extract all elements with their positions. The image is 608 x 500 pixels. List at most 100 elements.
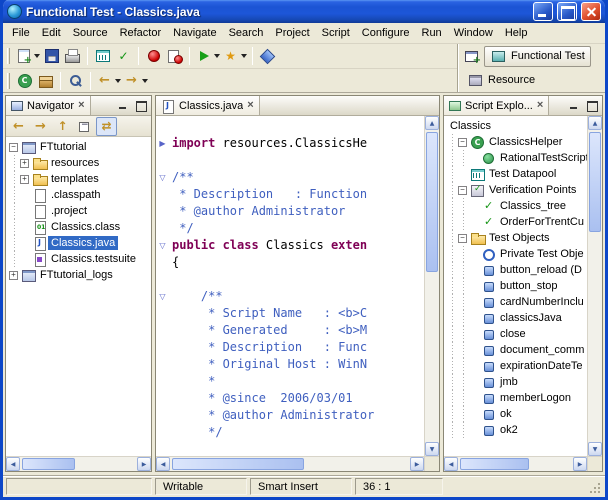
editor-tab[interactable]: Classics.java × [156,96,260,115]
scroll-track[interactable] [458,457,573,471]
scroll-thumb[interactable] [460,458,529,470]
script-explorer-item-orderfortrentcu[interactable]: OrderForTrentCu [447,214,587,230]
expander-minus-icon[interactable]: − [458,185,467,195]
expander-minus-icon[interactable]: − [458,137,467,147]
script-explorer-item-button-stop[interactable]: button_stop [447,278,587,294]
expander-plus-icon[interactable]: + [20,174,29,184]
expander-minus-icon[interactable]: − [458,233,467,243]
script-explorer-item-document-comm[interactable]: document_comm [447,342,587,358]
navigator-item-templates[interactable]: + templates [9,171,151,187]
navigator-item-fttutorial-logs[interactable]: + FTtutorial_logs [9,267,151,283]
fold-collapsed-icon[interactable]: ▶ [156,135,169,152]
navigator-hscrollbar[interactable]: ◀ ▶ [6,456,151,471]
link-with-editor-button[interactable] [96,116,117,136]
run-script-button[interactable] [194,45,221,67]
navigator-close-icon[interactable]: × [77,100,85,111]
script-explorer-item-test-datapool[interactable]: Test Datapool [447,166,587,182]
perspective-button-functional-test[interactable]: Functional Test [484,45,591,67]
menu-configure[interactable]: Configure [356,25,416,41]
scroll-up-button[interactable]: ▲ [588,116,602,130]
script-explorer-item-classicsjava[interactable]: classicsJava [447,310,587,326]
scroll-thumb[interactable] [22,458,75,470]
script-explorer-minimize-button[interactable] [567,99,582,112]
fold-expanded-icon[interactable]: ▽ [156,169,169,186]
search-button[interactable] [65,70,86,92]
editor-hscrollbar[interactable]: ◀ ▶ [156,456,424,471]
script-explorer-item-test-objects[interactable]: − Test Objects [447,230,587,246]
script-explorer-item-button-reload-d[interactable]: button_reload (D [447,262,587,278]
menu-refactor[interactable]: Refactor [114,25,168,41]
script-explorer-maximize-button[interactable] [584,99,599,112]
menu-file[interactable]: File [6,25,36,41]
script-explorer-item-expirationdatete[interactable]: expirationDateTe [447,358,587,374]
menu-project[interactable]: Project [269,25,315,41]
insert-test-object-button[interactable] [257,45,278,67]
navigator-item-resources[interactable]: + resources [9,155,151,171]
new-script-button[interactable] [14,45,41,67]
menu-run[interactable]: Run [416,25,448,41]
new-java-package-button[interactable] [35,70,56,92]
scroll-left-button[interactable]: ◀ [6,457,20,471]
script-explorer-vscrollbar[interactable]: ▲ ▼ [587,116,602,456]
scroll-right-button[interactable]: ▶ [410,457,424,471]
scroll-down-button[interactable]: ▼ [588,442,602,456]
scroll-left-button[interactable]: ◀ [444,457,458,471]
print-button[interactable] [62,45,83,67]
expander-minus-icon[interactable]: − [9,142,18,152]
scroll-thumb[interactable] [589,132,601,232]
close-button[interactable] [581,2,601,21]
scroll-left-button[interactable]: ◀ [156,457,170,471]
script-explorer-hscrollbar[interactable]: ◀ ▶ [444,456,587,471]
scroll-right-button[interactable]: ▶ [137,457,151,471]
script-explorer-item-classics[interactable]: Classics [447,118,587,134]
record-script-button[interactable] [143,45,164,67]
menu-window[interactable]: Window [448,25,499,41]
navigator-minimize-button[interactable] [116,99,131,112]
script-explorer-item-classicshelper[interactable]: − ClassicsHelper [447,134,587,150]
resize-grip[interactable] [588,481,602,495]
new-java-class-button[interactable] [14,70,35,92]
navigator-item-classics-testsuite[interactable]: Classics.testsuite [9,251,151,267]
script-explorer-item-verification-points[interactable]: − Verification Points [447,182,587,198]
expander-plus-icon[interactable]: + [20,158,29,168]
menu-search[interactable]: Search [223,25,270,41]
expander-plus-icon[interactable]: + [9,270,18,280]
menu-script[interactable]: Script [316,25,356,41]
toolbar-grip[interactable] [7,48,10,64]
menu-navigate[interactable]: Navigate [167,25,222,41]
scroll-track[interactable] [588,130,602,442]
navigator-item-fttutorial[interactable]: − FTtutorial [9,139,151,155]
menu-source[interactable]: Source [67,25,114,41]
navigator-maximize-button[interactable] [133,99,148,112]
script-explorer-item-close[interactable]: close [447,326,587,342]
script-explorer-item-cardnumberinclu[interactable]: cardNumberInclu [447,294,587,310]
script-explorer-item-ok2[interactable]: ok2 [447,422,587,438]
navigator-tab[interactable]: Navigator × [6,96,91,115]
script-explorer-item-rationaltestscript[interactable]: RationalTestScript [447,150,587,166]
collapse-all-button[interactable] [74,117,95,136]
up-button[interactable] [52,117,73,136]
forward-button[interactable] [30,117,51,136]
maximize-button[interactable] [557,2,577,21]
toolbar-grip[interactable] [7,72,10,89]
save-button[interactable] [41,45,62,67]
titlebar[interactable]: Functional Test - Classics.java [3,0,605,23]
navigator-item-classpath[interactable]: .classpath [9,187,151,203]
insert-recording-button[interactable] [164,45,185,67]
scroll-track[interactable] [170,457,410,471]
scroll-thumb[interactable] [426,132,438,273]
script-explorer-item-memberlogon[interactable]: memberLogon [447,390,587,406]
menu-help[interactable]: Help [499,25,534,41]
fold-expanded-icon[interactable]: ▽ [156,237,169,254]
scroll-down-button[interactable]: ▼ [425,442,439,456]
script-explorer-item-jmb[interactable]: jmb [447,374,587,390]
script-explorer-item-private-test-obje[interactable]: Private Test Obje [447,246,587,262]
minimize-button[interactable] [533,2,553,21]
fold-expanded-icon[interactable]: ▽ [156,288,169,305]
open-perspective-button[interactable] [461,47,482,66]
script-explorer-item-classics-tree[interactable]: Classics_tree [447,198,587,214]
editor-tab-close-icon[interactable]: × [246,100,254,111]
navigator-item-project[interactable]: .project [9,203,151,219]
forward-button[interactable] [122,70,149,92]
scroll-up-button[interactable]: ▲ [425,116,439,130]
